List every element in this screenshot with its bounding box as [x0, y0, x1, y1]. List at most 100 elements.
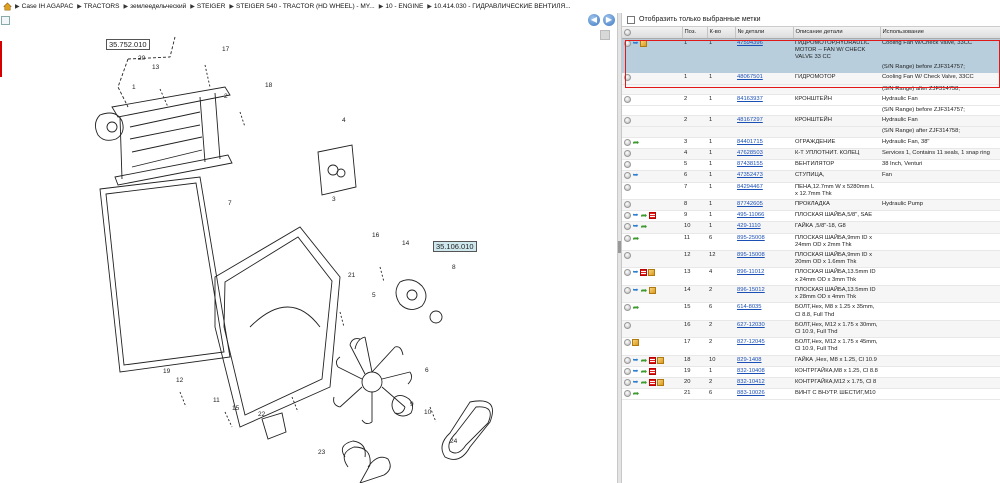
- part-number-link[interactable]: 896-15012: [735, 285, 793, 304]
- part-number[interactable]: 895-25008: [737, 235, 765, 241]
- table-row[interactable]: 8 1 87742605 ПРОКЛАДКА Hydraulic Pump: [622, 199, 1000, 212]
- callout-5[interactable]: 5: [372, 292, 376, 299]
- info-icon[interactable]: [624, 223, 631, 231]
- table-row[interactable]: 7 1 84294467 ПЕНА,12.7mm W x 5280mm L x 12.…: [622, 182, 1000, 200]
- table-subrow[interactable]: (S/N Range) before ZJF314757;: [622, 105, 1000, 117]
- breadcrumb-label[interactable]: землеедельческий: [130, 3, 186, 10]
- part-number-link[interactable]: 827-12045: [735, 337, 793, 356]
- callout-24[interactable]: 24: [450, 438, 457, 445]
- part-number-link[interactable]: 84163937: [735, 94, 793, 106]
- info-icon[interactable]: [624, 367, 631, 375]
- breadcrumb-label[interactable]: 10 - ENGINE: [385, 3, 423, 10]
- package-icon[interactable]: [657, 378, 664, 386]
- callout-13[interactable]: 13: [152, 64, 159, 71]
- arrow-icon[interactable]: ➥: [632, 368, 639, 375]
- list-icon[interactable]: [649, 367, 656, 375]
- part-number[interactable]: 827-12045: [737, 339, 765, 345]
- table-row[interactable]: 4 1 47628503 К-Т УПЛОТНИТ. КОЛЕЦ Services 1,…: [622, 148, 1000, 161]
- info-icon[interactable]: [624, 183, 631, 191]
- arrow-icon[interactable]: ➥: [632, 269, 639, 276]
- table-row[interactable]: 16 2 627-12030 БОЛТ,Hex, M12 x 1.75 x 30mm,…: [622, 320, 1000, 339]
- table-subrow[interactable]: (S/N Range) before ZJF314757;: [622, 62, 1000, 74]
- table-row[interactable]: ➦ 3 1 84401715 ОГРАЖДЕНИЕ Hydraulic Fan, 38": [622, 137, 1000, 149]
- related-arrow-icon[interactable]: ➦: [640, 378, 648, 386]
- info-icon[interactable]: [624, 95, 631, 103]
- related-arrow-icon[interactable]: ➦: [632, 390, 640, 398]
- related-arrow-icon[interactable]: ➦: [632, 234, 640, 242]
- related-arrow-icon[interactable]: ➦: [640, 212, 648, 220]
- part-number-link[interactable]: 832-10412: [735, 377, 793, 390]
- callout-21[interactable]: 21: [348, 272, 355, 279]
- breadcrumb-label[interactable]: STEIGER: [197, 3, 226, 10]
- part-number[interactable]: 87742605: [737, 201, 763, 207]
- info-icon[interactable]: [624, 161, 631, 169]
- table-row[interactable]: 1 1 48067501 ГИДРОМОТОР Cooling Fan W/ Check…: [622, 72, 1000, 85]
- part-number-link[interactable]: 48067501: [735, 72, 793, 85]
- info-icon[interactable]: [624, 39, 631, 47]
- part-number[interactable]: 47594396: [737, 40, 763, 46]
- package-icon[interactable]: [657, 356, 664, 364]
- related-arrow-icon[interactable]: ➦: [640, 286, 648, 294]
- breadcrumb-label[interactable]: 10.414.030 - ГИДРАВЛИЧЕСКИЕ ВЕНТИЛЯ...: [434, 3, 571, 10]
- part-number[interactable]: 896-11012: [737, 269, 764, 275]
- breadcrumb-item[interactable]: ▶ STEIGER 540 - TRACTOR (HD WHEEL) - MY..…: [229, 3, 374, 10]
- part-number-link[interactable]: 84294467: [735, 182, 793, 200]
- part-number[interactable]: 495-11066: [737, 212, 764, 218]
- part-number[interactable]: 627-12030: [737, 322, 765, 328]
- column-header[interactable]: К-во: [707, 27, 736, 39]
- part-number-link[interactable]: 883-10026: [735, 388, 793, 401]
- table-row[interactable]: 5 1 87438155 ВЕНТИЛЯТОР 38 Inch, Venturi: [622, 159, 1000, 172]
- table-row[interactable]: ➥ ➦ 18 10 829-1408 ГАЙКА ,Hex, M8 x 1.25, Cl …: [622, 355, 1000, 367]
- part-number-link[interactable]: 895-25008: [735, 233, 793, 252]
- related-arrow-icon[interactable]: ➦: [632, 304, 640, 312]
- table-row[interactable]: ➥ ➦ 10 1 429-1110 ГАЙКА ,5/8"-18, G8: [622, 221, 1000, 234]
- table-row[interactable]: ➦ 15 6 614-8035 БОЛТ,Hex, M8 x 1.25 x 35mm, …: [622, 302, 1000, 321]
- table-subrow[interactable]: (S/N Range) after ZJF314758;: [622, 84, 1000, 95]
- list-icon[interactable]: [649, 356, 656, 364]
- callout-18[interactable]: 18: [265, 82, 272, 89]
- part-number-link[interactable]: 896-11012: [735, 267, 793, 286]
- callout-6[interactable]: 6: [425, 367, 429, 374]
- callout-22[interactable]: 22: [258, 411, 265, 418]
- breadcrumb-item[interactable]: ▶ 10.414.030 - ГИДРАВЛИЧЕСКИЕ ВЕНТИЛЯ...: [427, 3, 570, 10]
- related-arrow-icon[interactable]: ➦: [632, 138, 640, 146]
- table-row[interactable]: 2 1 48167297 КРОНШТЕЙН Hydraulic Fan: [622, 115, 1000, 128]
- column-header[interactable]: Использование: [880, 27, 1000, 39]
- callout-19[interactable]: 19: [163, 368, 170, 375]
- breadcrumb-label[interactable]: STEIGER 540 - TRACTOR (HD WHEEL) - MY...: [236, 3, 375, 10]
- arrow-icon[interactable]: ➥: [632, 223, 639, 230]
- show-selected-checkbox[interactable]: [627, 15, 635, 24]
- breadcrumb-item[interactable]: ▶ 10 - ENGINE: [379, 3, 424, 10]
- part-number[interactable]: 895-15008: [737, 252, 765, 258]
- info-icon[interactable]: [624, 321, 631, 329]
- table-row[interactable]: ➥ ➦ 9 1 495-11066 ПЛОСКАЯ ШАЙБА,5/8", SAE: [622, 210, 1000, 223]
- list-icon[interactable]: [649, 212, 656, 220]
- part-number[interactable]: 84401715: [737, 139, 763, 145]
- ref-box-pump[interactable]: 35.106.010: [433, 241, 477, 252]
- table-row[interactable]: ➥ 13 4 896-11012 ПЛОСКАЯ ШАЙБА,13.5mm ID x 2…: [622, 267, 1000, 286]
- info-icon[interactable]: [624, 252, 631, 260]
- info-icon[interactable]: [624, 117, 631, 125]
- part-number[interactable]: 48167297: [737, 117, 763, 123]
- info-icon[interactable]: [624, 234, 631, 242]
- related-arrow-icon[interactable]: ➦: [640, 223, 648, 231]
- arrow-icon[interactable]: ➥: [632, 40, 639, 47]
- breadcrumb-item[interactable]: ▶ Case IH AGAPAC: [15, 3, 73, 10]
- part-number-link[interactable]: 84401715: [735, 137, 793, 149]
- callout-12[interactable]: 12: [176, 377, 183, 384]
- info-icon[interactable]: [624, 74, 631, 82]
- callout-16[interactable]: 16: [372, 232, 379, 239]
- breadcrumb-label[interactable]: Case IH AGAPAC: [22, 3, 74, 10]
- part-number-link[interactable]: 832-10408: [735, 366, 793, 378]
- part-number[interactable]: 84163937: [737, 96, 763, 102]
- column-header[interactable]: [622, 27, 683, 39]
- callout-4[interactable]: 4: [342, 117, 346, 124]
- part-number-link[interactable]: 47628503: [735, 148, 793, 161]
- part-number-link[interactable]: 87438155: [735, 159, 793, 172]
- column-header[interactable]: Поз.: [682, 27, 708, 39]
- part-number[interactable]: 832-10408: [737, 368, 765, 374]
- settings-icon[interactable]: [624, 28, 631, 36]
- part-number[interactable]: 47352473: [737, 172, 763, 178]
- part-number[interactable]: 832-10412: [737, 379, 765, 385]
- expand-icon[interactable]: [1, 16, 10, 25]
